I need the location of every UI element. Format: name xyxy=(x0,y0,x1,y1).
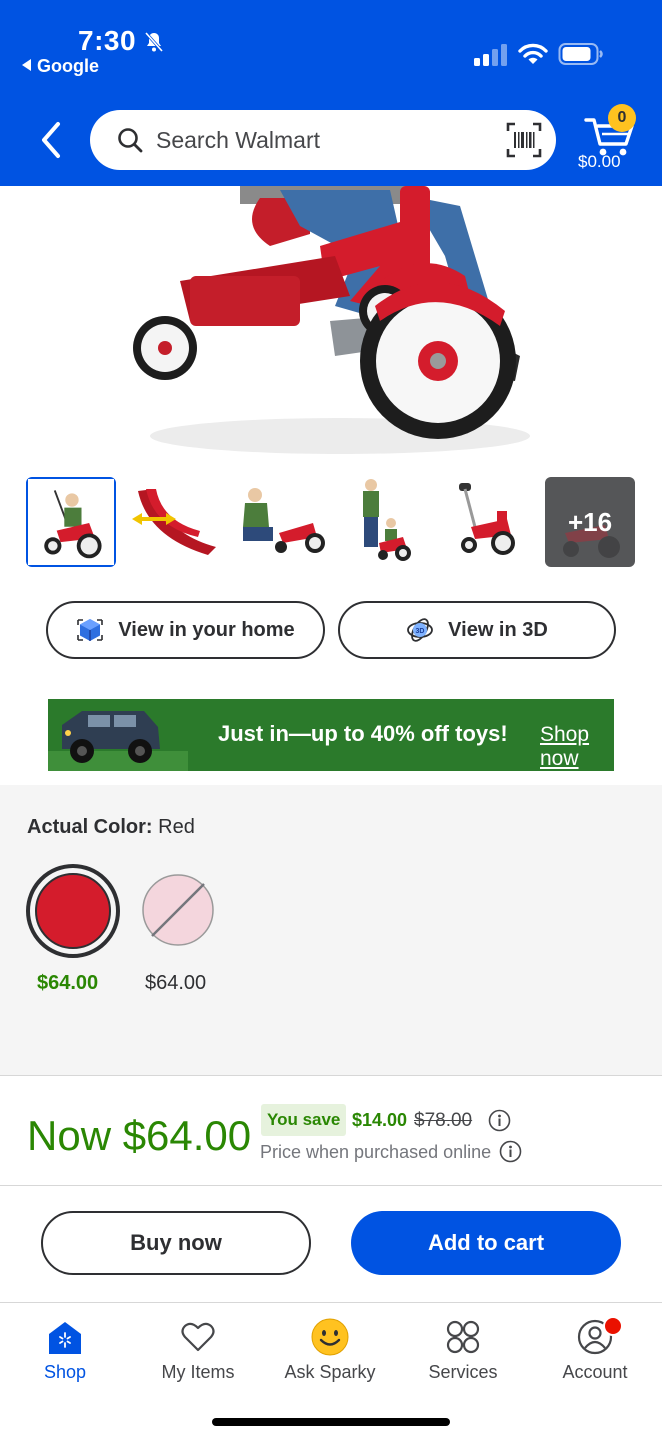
back-triangle-icon xyxy=(22,59,31,71)
wifi-icon xyxy=(518,43,548,64)
view-in-home-button[interactable]: View in your home xyxy=(46,601,325,659)
svg-text:3D: 3D xyxy=(416,628,425,635)
tabbar-divider xyxy=(0,1302,662,1303)
selected-color-value: Red xyxy=(158,816,195,838)
pink-variant-price: $64.00 xyxy=(145,972,207,994)
cart-total: $0.00 xyxy=(578,152,621,171)
thumbnail-parent-push-image xyxy=(345,477,435,567)
tab-my-items[interactable]: My Items xyxy=(143,1318,253,1388)
was-price: $78.00 xyxy=(414,1110,473,1131)
status-time: 7:30 xyxy=(78,25,137,56)
tab-shop-label: Shop xyxy=(43,1362,87,1382)
thumbnail-tricycle-child-image xyxy=(28,479,114,565)
price-note: Price when purchased online xyxy=(260,1142,492,1162)
tab-shop[interactable]: Shop xyxy=(10,1318,120,1388)
back-arrow-icon[interactable] xyxy=(34,118,70,162)
tab-account[interactable]: Account xyxy=(540,1318,650,1388)
app-header: 7:30 Google Search Walmart 0 $0.00 xyxy=(0,0,662,186)
tab-my-items-label: My Items xyxy=(161,1362,235,1382)
tab-ask-sparky-label: Ask Sparky xyxy=(284,1362,376,1382)
red-variant-price: $64.00 xyxy=(37,972,99,994)
services-grid-icon xyxy=(446,1320,480,1354)
thumbnail-3[interactable] xyxy=(235,477,325,567)
cart-count-badge: 0 xyxy=(608,104,636,132)
thumbnail-5[interactable] xyxy=(447,477,537,567)
3d-rotate-icon: 3D xyxy=(407,618,434,642)
thumbnail-tricycle-handle-image xyxy=(447,477,537,567)
toy-jeep-image xyxy=(48,711,188,771)
search-icon xyxy=(118,128,143,153)
thumbnail-more[interactable]: +16 xyxy=(545,477,635,567)
view-in-home-label: View in your home xyxy=(118,618,295,641)
search-bar[interactable] xyxy=(90,110,556,170)
heart-icon xyxy=(181,1322,215,1352)
info-icon[interactable] xyxy=(488,1109,511,1132)
color-label: Actual Color: Red xyxy=(27,816,195,839)
promo-banner-text: Just in—up to 40% off toys! xyxy=(218,721,508,746)
silent-bell-icon xyxy=(144,32,164,52)
shop-now-link[interactable]: Shop now xyxy=(540,723,614,771)
battery-icon xyxy=(558,43,603,65)
thumbnail-2[interactable] xyxy=(128,477,218,567)
notification-dot xyxy=(603,1316,623,1336)
back-to-app[interactable]: Google xyxy=(22,56,99,77)
color-label-key: Actual Color: xyxy=(27,816,153,838)
search-input[interactable] xyxy=(156,110,486,170)
info-icon[interactable] xyxy=(499,1140,522,1163)
view-in-3d-button[interactable]: 3D View in 3D xyxy=(338,601,616,659)
view-in-3d-label: View in 3D xyxy=(448,618,548,641)
tab-ask-sparky[interactable]: Ask Sparky xyxy=(275,1318,385,1388)
barcode-scan-icon[interactable] xyxy=(506,122,542,158)
tab-services[interactable]: Services xyxy=(408,1318,518,1388)
thumbnail-4[interactable] xyxy=(345,477,435,567)
back-app-label: Google xyxy=(37,56,99,76)
thumbnail-parent-assembly-image xyxy=(235,477,325,567)
section-divider xyxy=(0,1075,662,1076)
thumbnail-seat-adjust-image xyxy=(128,477,218,567)
buy-now-button[interactable]: Buy now xyxy=(41,1211,311,1275)
color-swatch-pink-unavailable[interactable] xyxy=(142,874,214,946)
promo-banner[interactable]: Just in—up to 40% off toys! Shop now xyxy=(48,699,614,771)
shop-home-icon xyxy=(49,1322,81,1354)
tab-account-label: Account xyxy=(562,1362,628,1382)
cellular-signal-icon xyxy=(474,44,507,66)
more-images-count: +16 xyxy=(567,506,613,537)
section-divider xyxy=(0,1185,662,1186)
home-indicator[interactable] xyxy=(212,1418,450,1426)
current-price: Now $64.00 xyxy=(27,1112,252,1159)
product-image[interactable] xyxy=(120,186,540,458)
add-to-cart-button[interactable]: Add to cart xyxy=(351,1211,621,1275)
you-save-badge: You save xyxy=(261,1104,347,1136)
thumbnail-1[interactable] xyxy=(26,477,116,567)
sparky-smiley-icon xyxy=(311,1318,349,1356)
tab-services-label: Services xyxy=(428,1362,498,1382)
ar-cube-icon xyxy=(77,619,104,641)
red-swatch-fill xyxy=(35,873,111,949)
savings-amount: $14.00 xyxy=(352,1110,408,1130)
